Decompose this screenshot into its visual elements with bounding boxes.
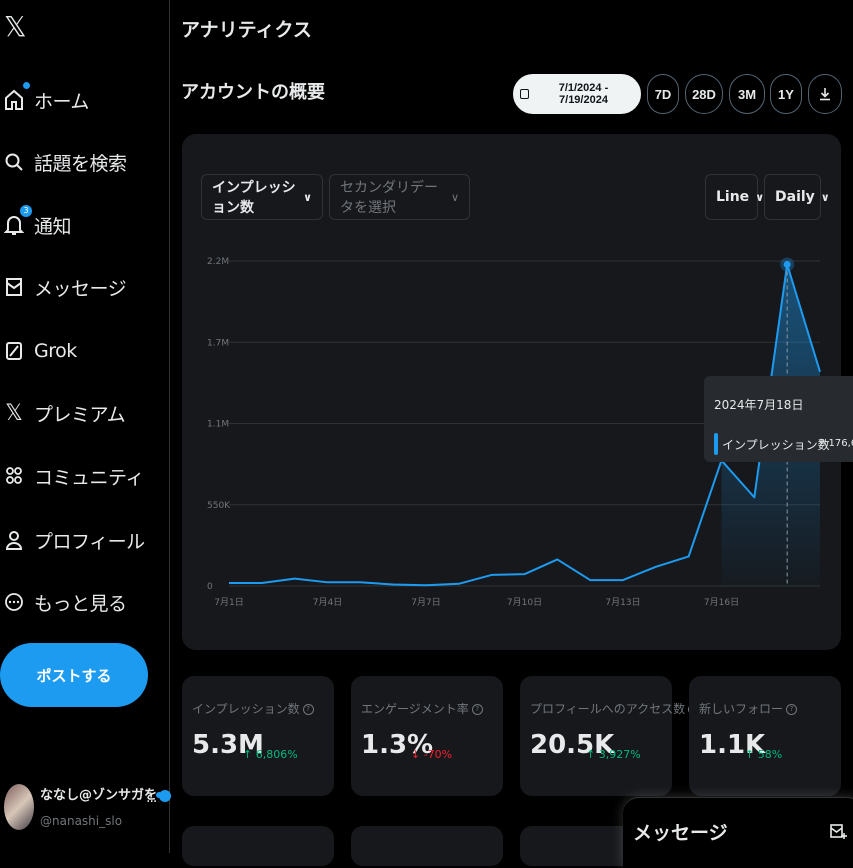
- mail-icon: [4, 275, 24, 299]
- range-1y-button[interactable]: 1Y: [770, 74, 802, 114]
- grok-icon: [4, 339, 24, 363]
- x-icon: 𝕏: [4, 401, 24, 425]
- calendar-icon: [520, 89, 529, 99]
- tooltip-series-name: インプレッション数: [722, 436, 830, 453]
- main-content: アナリティクス アカウントの概要 7/1/2024 - 7/19/2024 7D…: [171, 0, 853, 853]
- nav-label: 話題を検索: [34, 149, 127, 176]
- range-28d-button[interactable]: 28D: [685, 74, 723, 114]
- date-range-button[interactable]: 7/1/2024 - 7/19/2024: [513, 74, 641, 114]
- stat-label: エンゲージメント率?: [361, 700, 483, 717]
- new-message-icon[interactable]: [829, 822, 847, 840]
- stat-label: プロフィールへのアクセス数?: [530, 700, 699, 717]
- nav-more[interactable]: もっと見る: [4, 582, 127, 622]
- chart-card: インプレッション数∨ セカンダリデータを選択∨ Line∨ Daily∨ 055…: [182, 134, 841, 650]
- y-tick-label: 1.1M: [207, 420, 229, 430]
- stat-change: ↑ 6,806%: [243, 748, 298, 761]
- stat-card-engagement-rate[interactable]: エンゲージメント率? 1.3% ↓ -70%: [351, 676, 503, 796]
- x-tick-label: 7月10日: [507, 597, 542, 608]
- nav-grok[interactable]: Grok: [4, 331, 77, 371]
- date-range-label: 7/1/2024 - 7/19/2024: [533, 82, 634, 106]
- nav-label: Grok: [34, 340, 77, 362]
- nav-notifications[interactable]: 3 通知: [4, 205, 71, 245]
- nav-profile[interactable]: プロフィール: [4, 520, 145, 560]
- x-logo-icon[interactable]: 𝕏: [4, 14, 26, 40]
- y-tick-label: 1.7M: [207, 338, 229, 348]
- x-tick-label: 7月7日: [411, 597, 440, 608]
- stat-card-placeholder: [351, 826, 503, 866]
- stat-change: ↑ 3,927%: [586, 748, 641, 761]
- x-tick-label: 7月1日: [214, 597, 243, 608]
- x-tick-label: 7月4日: [313, 597, 342, 608]
- range-3m-button[interactable]: 3M: [729, 74, 765, 114]
- nav-explore[interactable]: 話題を検索: [4, 142, 127, 182]
- nav-label: プロフィール: [34, 527, 145, 554]
- y-tick-label: 0: [207, 582, 213, 592]
- info-icon[interactable]: ?: [786, 704, 797, 715]
- home-icon: [4, 88, 24, 112]
- sidebar: 𝕏 ホーム 話題を検索 3 通知 メッセージ Grok 𝕏 プレミアム: [0, 0, 170, 853]
- page-title: アナリティクス: [181, 15, 312, 42]
- notification-badge: 3: [20, 205, 32, 217]
- nav-label: プレミアム: [34, 400, 125, 427]
- post-button[interactable]: ポストする: [0, 643, 148, 707]
- download-icon: [818, 87, 832, 101]
- messages-drawer[interactable]: メッセージ: [623, 797, 853, 868]
- stat-card-impressions[interactable]: インプレッション数? 5.3M ↑ 6,806%: [182, 676, 334, 796]
- tooltip-series-swatch: [714, 433, 718, 455]
- x-tick-label: 7月16日: [704, 597, 739, 608]
- stat-label: インプレッション数?: [192, 700, 314, 717]
- notification-dot: [23, 82, 30, 89]
- stat-change: ↓ -70%: [411, 748, 452, 761]
- stat-card-new-follows[interactable]: 新しいフォロー? 1.1K ↑ 58%: [689, 676, 841, 796]
- y-tick-label: 550K: [207, 501, 231, 511]
- nav-label: ホーム: [34, 87, 89, 114]
- nav-messages[interactable]: メッセージ: [4, 267, 126, 307]
- account-switcher[interactable]: ななし@ゾンサガを @nanashi_slo ···: [4, 778, 164, 834]
- nav-home[interactable]: ホーム: [4, 80, 89, 120]
- nav-label: 通知: [34, 212, 71, 239]
- chart-tooltip: 2024年7月18日 インプレッション数 2,176,67: [704, 376, 853, 462]
- info-icon[interactable]: ?: [303, 704, 314, 715]
- section-title: アカウントの概要: [181, 78, 325, 104]
- tooltip-date: 2024年7月18日: [714, 396, 803, 413]
- bell-icon: 3: [4, 213, 24, 237]
- range-7d-button[interactable]: 7D: [647, 74, 679, 114]
- account-dot: [156, 792, 162, 798]
- more-dots-icon: ···: [146, 794, 156, 810]
- y-tick-label: 2.2M: [207, 257, 229, 267]
- messages-drawer-title: メッセージ: [633, 818, 728, 845]
- x-tick-label: 7月13日: [605, 597, 640, 608]
- stat-card-placeholder: [182, 826, 334, 866]
- nav-label: コミュニティ: [34, 463, 144, 490]
- people-icon: [4, 464, 24, 488]
- more-circle-icon: [4, 590, 24, 614]
- search-icon: [4, 150, 24, 174]
- nav-communities[interactable]: コミュニティ: [4, 456, 144, 496]
- download-button[interactable]: [808, 74, 842, 114]
- tooltip-value: 2,176,67: [819, 438, 853, 449]
- person-icon: [4, 528, 24, 552]
- nav-label: もっと見る: [34, 589, 127, 616]
- stat-change: ↑ 58%: [745, 748, 782, 761]
- nav-premium[interactable]: 𝕏 プレミアム: [4, 393, 125, 433]
- info-icon[interactable]: ?: [472, 704, 483, 715]
- stat-card-profile-visits[interactable]: プロフィールへのアクセス数? 20.5K ↑ 3,927%: [520, 676, 672, 796]
- highlight-point: [784, 261, 791, 268]
- avatar: [4, 784, 34, 830]
- nav-label: メッセージ: [34, 274, 126, 301]
- profile-handle: @nanashi_slo: [40, 814, 122, 828]
- stat-label: 新しいフォロー?: [699, 700, 797, 717]
